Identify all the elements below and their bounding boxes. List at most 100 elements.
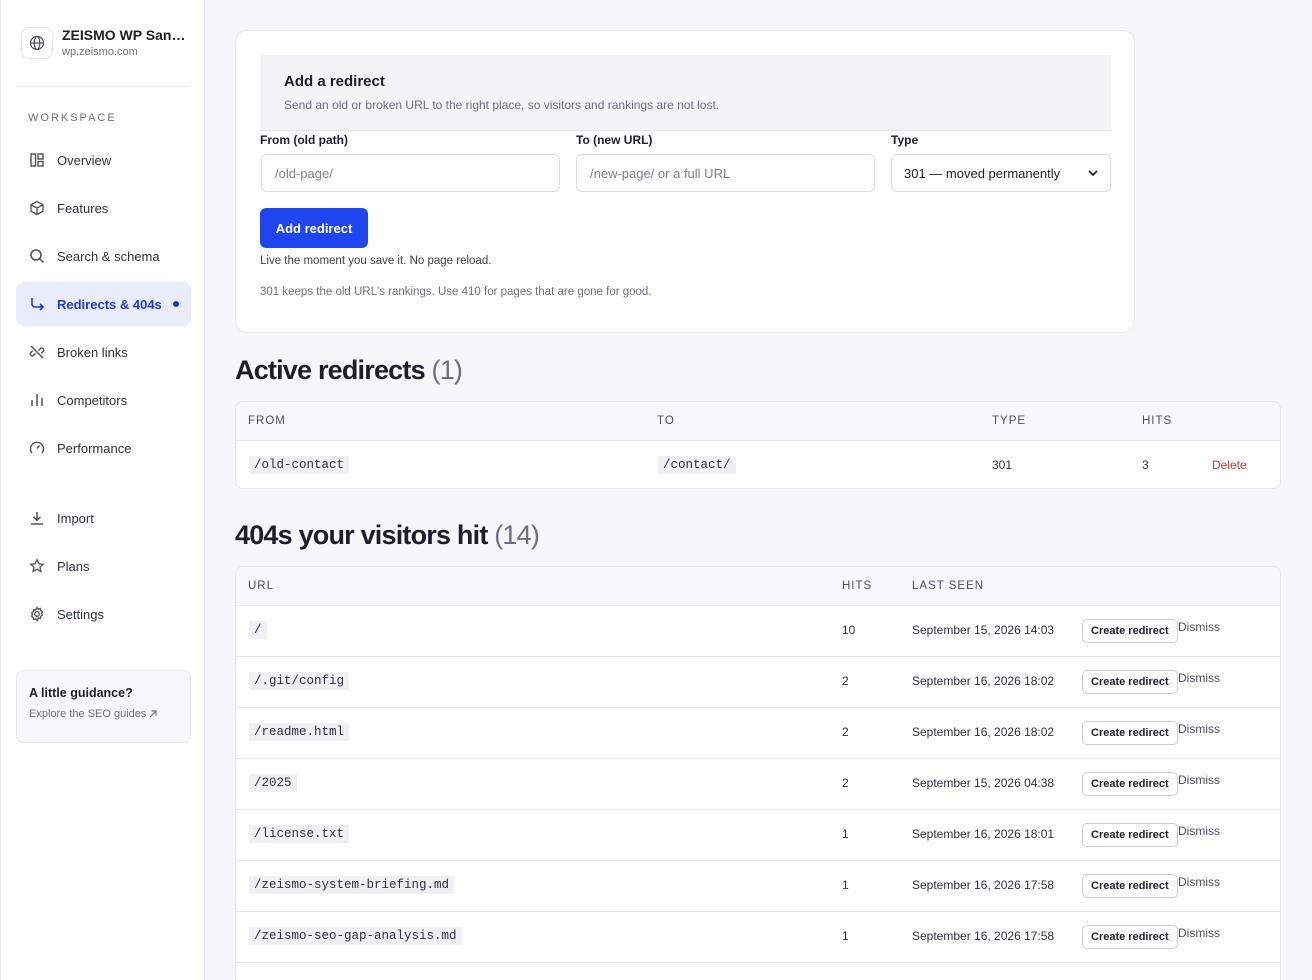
type-label: Type [891,133,919,147]
dismiss-button[interactable]: Dismiss [1178,671,1220,685]
redirect-from-path: /old-contact [249,456,350,474]
to-label: To (new URL) [576,133,653,147]
notfound-table: URL HITS LAST SEEN / 10 September 15, 2026… [235,566,1281,980]
dismiss-button[interactable]: Dismiss [1178,824,1220,838]
from-label: From (old path) [260,133,348,147]
notfound-hits: 2 [842,725,849,739]
notfound-last-seen: September 15, 2026 14:03 [912,623,1055,637]
sidebar-item-label: Performance [57,440,132,456]
gear-icon [28,605,46,623]
dismiss-button[interactable]: Dismiss [1178,926,1220,940]
globe-icon [21,27,53,59]
cube-icon [28,199,46,217]
create-redirect-button[interactable]: Create redirect [1082,823,1178,847]
search-icon [28,247,46,265]
create-redirect-button[interactable]: Create redirect [1082,772,1178,796]
notfound-last-seen: September 15, 2026 04:38 [912,776,1055,790]
site-switcher[interactable]: ZEISMO WP Sandbox wp.zeismo.com [21,27,191,59]
create-redirect-button[interactable]: Create redirect [1082,670,1178,694]
seo-guides-link-label: Explore the SEO guides [29,708,147,720]
notfound-hits: 10 [842,623,856,637]
notfound-hits: 1 [842,929,849,943]
create-redirect-button[interactable]: Create redirect [1082,874,1178,898]
sidebar-item-label: Competitors [57,392,128,408]
sidebar-item-label: Broken links [57,344,128,360]
notfound-last-seen: September 16, 2026 17:58 [912,878,1055,892]
dismiss-button[interactable]: Dismiss [1178,875,1220,889]
to-url-input[interactable] [576,154,875,192]
table-row: /2025 2 September 15, 2026 04:38 Create red… [236,759,1280,810]
dismiss-button[interactable]: Dismiss [1178,722,1220,736]
sidebar-item-search-schema[interactable]: Search & schema [16,234,191,278]
notfound-rows: / 10 September 15, 2026 14:03 Create redire… [236,606,1280,963]
sidebar-item-label: Overview [57,152,112,168]
add-redirect-button[interactable]: Add redirect [260,208,368,248]
create-redirect-button[interactable]: Create redirect [1082,721,1178,745]
notfound-url: /readme.html [249,723,350,741]
notfound-hits: 1 [842,827,849,841]
notfound-count: (14) [494,520,540,550]
seo-guides-link[interactable]: Explore the SEO guides [29,708,178,720]
notfound-title: 404s your visitors hit [235,520,488,550]
active-redirects-count: (1) [431,355,463,385]
table-row: / 10 September 15, 2026 14:03 Create redire… [236,606,1280,657]
table-row: /zeismo-seo-gap-analysis.md 1 September 16… [236,912,1280,963]
redirect-type: 301 [992,458,1013,472]
notfound-url: /license.txt [249,825,350,843]
sidebar-divider [16,86,191,87]
sidebar: ZEISMO WP Sandbox wp.zeismo.com WORKSPAC… [0,0,205,980]
sidebar-item-label: Features [57,200,109,216]
redirect-to-path: /contact/ [658,456,736,474]
bar-chart-icon [28,391,46,409]
table-header: FROM TO TYPE HITS [236,402,1280,441]
sidebar-item-competitors[interactable]: Competitors [16,378,191,422]
col-last-seen: LAST SEEN [912,580,985,592]
create-redirect-button[interactable]: Create redirect [1082,925,1178,949]
sidebar-item-plans[interactable]: Plans [16,544,191,588]
col-to: TO [657,415,675,427]
external-link-icon [149,710,158,718]
notfound-url: /zeismo-system-briefing.md [249,876,455,894]
notfound-url: /zeismo-seo-gap-analysis.md [249,927,462,945]
sidebar-item-performance[interactable]: Performance [16,426,191,470]
notfound-last-seen: September 16, 2026 18:02 [912,674,1055,688]
workspace-section-label: WORKSPACE [28,112,117,124]
sidebar-item-overview[interactable]: Overview [16,138,191,182]
add-redirect-card: Add a redirect Send an old or broken URL… [235,30,1135,333]
notfound-url: /2025 [249,774,297,792]
add-redirect-subtitle: Send an old or broken URL to the right p… [284,98,720,112]
notfound-hits: 1 [842,878,849,892]
site-name: ZEISMO WP Sandbox [62,27,187,43]
notfound-url: /.git/config [249,672,350,690]
from-path-input[interactable] [261,154,560,192]
redirect-hits: 3 [1142,458,1149,472]
sidebar-item-label: Import [57,510,94,526]
notfound-hits: 2 [842,776,849,790]
sidebar-item-broken-links[interactable]: Broken links [16,330,191,374]
sidebar-item-settings[interactable]: Settings [16,592,191,636]
sidebar-item-features[interactable]: Features [16,186,191,230]
redirect-arrow-icon [28,295,46,313]
table-row: /zeismo-system-briefing.md 1 September 16,… [236,861,1280,912]
site-url: wp.zeismo.com [62,46,138,58]
chevron-down-icon [1088,170,1098,177]
type-hint: 301 keeps the old URL's rankings. Use 41… [260,286,652,298]
redirect-type-select[interactable]: 301 — moved permanently [891,154,1111,192]
table-header: URL HITS LAST SEEN [236,567,1280,606]
create-redirect-button[interactable]: Create redirect [1082,619,1178,643]
guidance-title: A little guidance? [29,686,133,700]
notfound-last-seen: September 16, 2026 18:02 [912,725,1055,739]
dismiss-button[interactable]: Dismiss [1178,773,1220,787]
table-row: /readme.html 2 September 16, 2026 18:02 Cre… [236,708,1280,759]
col-from: FROM [248,415,286,427]
active-indicator-dot [173,301,179,307]
dismiss-button[interactable]: Dismiss [1178,620,1220,634]
live-hint: Live the moment you save it. No page rel… [260,255,492,267]
sidebar-item-import[interactable]: Import [16,496,191,540]
sidebar-item-label: Redirects & 404s [57,296,162,312]
add-redirect-header: Add a redirect Send an old or broken URL… [260,55,1111,131]
delete-redirect-button[interactable]: Delete [1212,458,1247,472]
add-redirect-title: Add a redirect [284,73,385,90]
redirect-type-value: 301 — moved permanently [904,165,1061,181]
sidebar-item-redirects[interactable]: Redirects & 404s [16,282,191,326]
